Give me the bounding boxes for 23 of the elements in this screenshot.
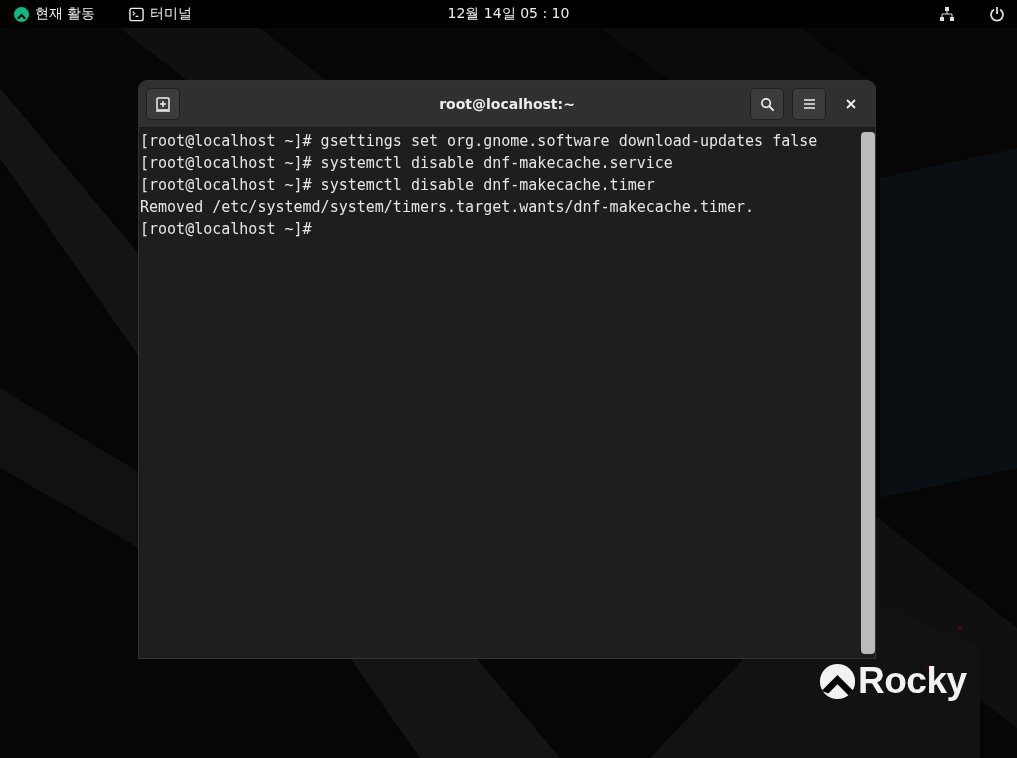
logo-icon (14, 6, 29, 22)
terminal-line: [root@localhost ~]# (140, 219, 312, 240)
new-tab-icon (155, 96, 171, 112)
scrollbar-thumb[interactable] (861, 132, 875, 654)
power-icon[interactable] (989, 6, 1005, 22)
close-icon (846, 99, 856, 109)
search-icon (759, 96, 775, 112)
terminal-icon (129, 6, 145, 22)
terminal-app-button[interactable]: 터미널 (129, 5, 193, 23)
network-icon[interactable] (939, 6, 955, 22)
clock[interactable]: 12월 14일 05 : 10 (447, 5, 570, 21)
activities-button[interactable]: 현재 활동 (14, 5, 96, 23)
logo-text: Rocky (858, 660, 967, 702)
search-button[interactable] (750, 88, 784, 120)
terminal-line: [root@localhost ~]# systemctl disable dnf-makecache.service (140, 153, 673, 174)
new-tab-button[interactable] (146, 88, 180, 120)
terminal-line: [root@localhost ~]# gsettings set org.gnome.software download-updates false (140, 131, 818, 152)
terminal-line: Removed /etc/systemd/system/timers.target.wants/dnf-makecache.timer. (140, 197, 755, 218)
logo-icon (819, 662, 856, 700)
window-title: root@localhost:~ (439, 96, 575, 112)
menu-icon (802, 98, 816, 110)
terminal-line: [root@localhost ~]# systemctl disable dnf-makecache.timer (140, 175, 655, 196)
menu-button[interactable] (792, 88, 826, 120)
